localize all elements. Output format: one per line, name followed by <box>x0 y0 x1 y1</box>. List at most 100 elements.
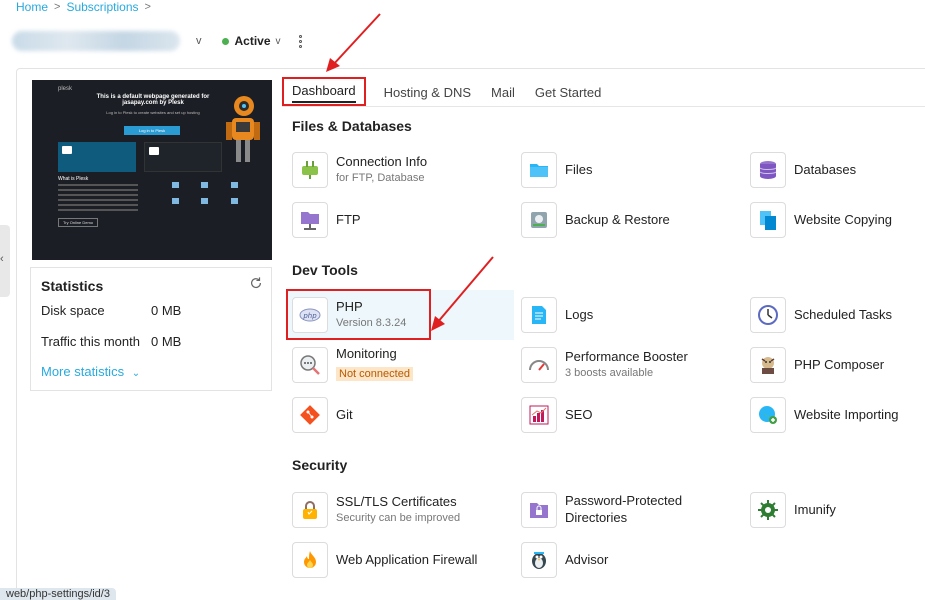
tile-name: SSL/TLS Certificates <box>336 494 457 510</box>
section-files-databases: Files & Databases <box>292 118 412 134</box>
locked-folder-icon <box>521 492 557 528</box>
status-label: Active <box>234 34 271 48</box>
tab-mail[interactable]: Mail <box>491 81 515 106</box>
folder-icon <box>521 152 557 188</box>
preview-subtitle: Log in to Plesk to create websites and s… <box>106 110 200 115</box>
tile-name: Git <box>336 406 353 422</box>
tile-name: Web Application Firewall <box>336 551 478 567</box>
tile-name: SEO <box>565 406 593 422</box>
refresh-icon[interactable] <box>249 276 263 290</box>
ftp-folder-icon <box>292 202 328 238</box>
tile-name: Performance Booster <box>565 349 688 365</box>
collapse-sidebar-handle[interactable]: ‹ <box>0 225 10 297</box>
stat-value: 0 MB <box>151 334 182 349</box>
tile-ftp[interactable]: FTP <box>292 197 514 243</box>
tile-imunify[interactable]: Imunify <box>750 487 925 533</box>
tile-sub: 3 boosts available <box>565 367 654 380</box>
stat-traffic: Traffic this month 0 MB <box>41 334 181 349</box>
statistics-title: Statistics <box>41 278 104 294</box>
preview-what-heading: What is Plesk <box>58 176 89 182</box>
tile-sub: for FTP, Database <box>336 172 425 185</box>
chevron-down-icon: ⌄ <box>131 368 141 379</box>
preview-title: This is a default webpage generated for … <box>96 94 210 106</box>
tile-name: Logs <box>565 306 594 322</box>
tab-divider <box>282 106 925 107</box>
stat-value: 0 MB <box>151 303 182 318</box>
preview-demo-button: Try Online Demo <box>58 218 98 227</box>
tile-password-protected[interactable]: Password-Protected Directories <box>521 487 743 533</box>
breadcrumb-home[interactable]: Home <box>16 0 48 14</box>
tile-name-line2: Directories <box>565 510 628 525</box>
tile-files[interactable]: Files <box>521 147 743 193</box>
tile-name: Imunify <box>794 501 836 517</box>
tile-website-importing[interactable]: Website Importing <box>750 392 925 438</box>
php-highlight-box <box>286 289 431 340</box>
status-dot-icon <box>221 37 229 45</box>
chevron-left-icon: ‹ <box>0 253 4 265</box>
domain-dropdown-icon[interactable]: v <box>196 35 202 47</box>
tab-hosting-dns[interactable]: Hosting & DNS <box>384 81 471 106</box>
tile-name: Backup & Restore <box>565 211 670 227</box>
stat-label: Traffic this month <box>41 334 140 349</box>
website-preview-thumbnail[interactable]: plesk This is a default webpage generate… <box>32 80 272 260</box>
tile-performance-booster[interactable]: Performance Booster 3 boosts available <box>521 342 743 388</box>
tile-name: Monitoring <box>336 346 397 362</box>
tile-name: Website Copying <box>794 211 893 227</box>
tile-backup-restore[interactable]: Backup & Restore <box>521 197 743 243</box>
annotation-arrow-dashboard <box>326 13 381 72</box>
section-dev-tools: Dev Tools <box>292 262 358 278</box>
tile-waf[interactable]: Web Application Firewall <box>292 537 514 583</box>
statistics-card: Statistics Disk space 0 MB Traffic this … <box>30 267 272 391</box>
tile-website-copying[interactable]: Website Copying <box>750 197 925 243</box>
tile-name: FTP <box>336 211 361 227</box>
clock-icon <box>750 297 786 333</box>
padlock-icon <box>292 492 328 528</box>
imunify-gear-icon <box>750 492 786 528</box>
log-file-icon <box>521 297 557 333</box>
robot-illustration-icon <box>226 96 260 162</box>
tile-name: Connection Info <box>336 154 428 170</box>
preview-card <box>58 142 136 172</box>
tile-seo[interactable]: SEO <box>521 392 743 438</box>
tab-dashboard[interactable]: Dashboard <box>282 77 366 106</box>
tile-name: Website Importing <box>794 406 899 422</box>
preview-icon-grid <box>172 182 244 204</box>
browser-status-url: web/php-settings/id/3 <box>0 588 116 600</box>
tile-name: Scheduled Tasks <box>794 306 893 322</box>
tile-advisor[interactable]: Advisor <box>521 537 743 583</box>
tab-get-started[interactable]: Get Started <box>535 81 601 106</box>
copy-pages-icon <box>750 202 786 238</box>
tile-git[interactable]: Git <box>292 392 514 438</box>
tile-logs[interactable]: Logs <box>521 292 743 338</box>
preview-text-lines <box>58 184 138 214</box>
more-actions-icon[interactable] <box>298 34 302 48</box>
breadcrumb-separator: > <box>144 1 151 13</box>
tile-databases[interactable]: Databases <box>750 147 925 193</box>
database-icon <box>750 152 786 188</box>
seo-chart-icon <box>521 397 557 433</box>
breadcrumb-separator: > <box>54 1 61 13</box>
status-dropdown[interactable]: Active v <box>221 34 281 48</box>
domain-name-blurred[interactable] <box>12 31 180 51</box>
preview-login-button: Log in to Plesk <box>124 126 180 135</box>
composer-icon <box>750 347 786 383</box>
tile-sub: Security can be improved <box>336 512 461 525</box>
chevron-down-icon: v <box>275 35 281 47</box>
more-statistics-link[interactable]: More statistics ⌄ <box>41 364 140 379</box>
tile-scheduled-tasks[interactable]: Scheduled Tasks <box>750 292 925 338</box>
tab-bar: Dashboard Hosting & DNS Mail Get Started <box>282 77 621 106</box>
section-security: Security <box>292 457 348 473</box>
globe-import-icon <box>750 397 786 433</box>
monitoring-magnifier-icon <box>292 347 328 383</box>
breadcrumb-subscriptions[interactable]: Subscriptions <box>66 0 138 14</box>
more-statistics-label: More statistics <box>41 364 125 379</box>
not-connected-badge: Not connected <box>336 367 413 382</box>
tile-ssl-tls[interactable]: SSL/TLS Certificates Security can be impr… <box>292 487 514 533</box>
connection-plug-icon <box>292 152 328 188</box>
tile-connection-info[interactable]: Connection Info for FTP, Database <box>292 147 514 193</box>
advisor-penguin-icon <box>521 542 557 578</box>
stat-label: Disk space <box>41 303 105 318</box>
stat-disk-space: Disk space 0 MB <box>41 303 181 318</box>
tile-monitoring[interactable]: Monitoring Not connected <box>292 342 514 388</box>
tile-php-composer[interactable]: PHP Composer <box>750 342 925 388</box>
